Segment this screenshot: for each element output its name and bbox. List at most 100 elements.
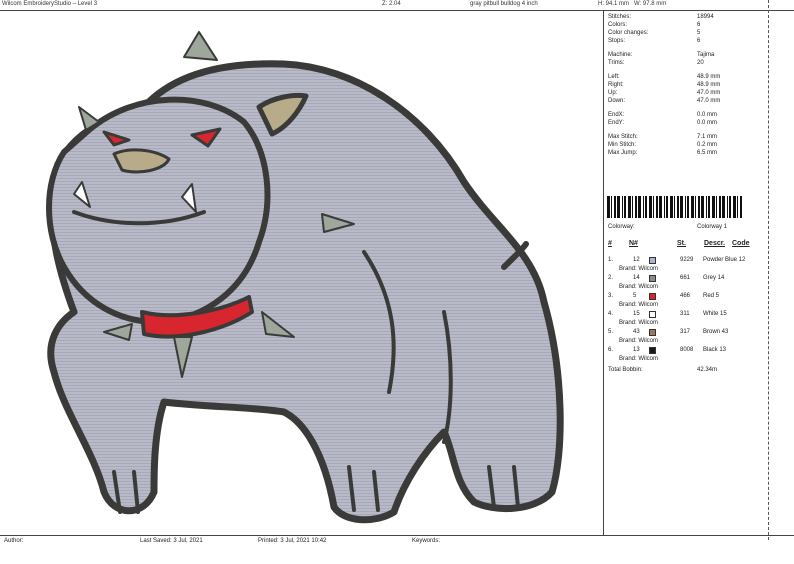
stat-value: 0.2 mm	[697, 142, 718, 148]
stat-row: Stitches: 18994	[607, 14, 767, 22]
barcode-bar	[635, 196, 637, 218]
stat-label: Right:	[608, 82, 624, 88]
header-divider	[0, 10, 794, 11]
barcode-bar	[716, 196, 717, 218]
barcode-bar	[664, 196, 665, 218]
stat-label: Up:	[608, 90, 618, 96]
color-stitches: 661	[680, 275, 691, 281]
stat-label: EndX:	[608, 112, 625, 118]
stat-row: Machine: Tajima	[607, 52, 767, 60]
stat-label: EndY:	[608, 120, 625, 126]
barcode-bar	[685, 196, 686, 218]
color-index: 6.	[608, 347, 614, 353]
color-brand: Brand: Wilcom	[619, 320, 659, 326]
barcode-bar	[706, 196, 707, 218]
total-bobbin-value: 42.34m	[697, 367, 718, 373]
barcode-bar	[719, 196, 721, 218]
color-index: 2.	[608, 275, 614, 281]
color-swatch	[649, 293, 656, 300]
barcode-bar	[628, 196, 631, 218]
barcode-bar	[649, 196, 652, 218]
stat-value: 47.0 mm	[697, 90, 721, 96]
barcode-bar	[643, 196, 644, 218]
stat-value: 48.9 mm	[697, 82, 721, 88]
color-stitches: 466	[680, 293, 691, 299]
app-title: Wilcom EmbroideryStudio – Level 3	[2, 1, 98, 7]
color-number: 15	[633, 311, 640, 317]
stat-value: 5	[697, 30, 701, 36]
color-stitches: 311	[680, 311, 690, 317]
color-row: 6. 13 8008 Black 13 Brand: Wilcom	[607, 347, 767, 367]
embroidery-design-preview	[46, 31, 564, 524]
total-bobbin-label: Total Bobbin:	[608, 367, 643, 373]
color-swatch	[649, 347, 656, 354]
stat-label: Down:	[608, 98, 626, 104]
color-brand: Brand: Wilcom	[619, 338, 659, 344]
stat-value: 7.1 mm	[697, 134, 718, 140]
stat-value: 6	[697, 38, 701, 44]
col-header-st: St.	[677, 240, 686, 247]
design-info-panel: Stitches: 18994 Colors: 6 Color changes: 5 Sto…	[607, 12, 767, 532]
stat-row: Left: 48.9 mm	[607, 74, 767, 82]
color-index: 1.	[608, 257, 614, 263]
stat-value: 47.0 mm	[697, 98, 721, 104]
stat-row: EndX: 0.0 mm	[607, 112, 767, 120]
color-description: Red 5	[703, 293, 720, 299]
barcode-bar	[729, 196, 731, 218]
bulldog-figure	[46, 31, 564, 524]
design-name: gray pitbull bulldog 4 inch	[470, 1, 538, 7]
colorway-label: Colorway:	[608, 224, 635, 230]
barcode-bar	[695, 196, 696, 218]
barcode-bar	[638, 196, 641, 218]
color-row: 3. 5 466 Red 5 Brand: Wilcom	[607, 293, 767, 313]
worksheet-page: Wilcom EmbroideryStudio – Level 3 Z: 2.0…	[0, 0, 794, 564]
color-description: Brown 43	[703, 329, 729, 335]
color-row: 5. 43 317 Brown 43 Brand: Wilcom	[607, 329, 767, 349]
color-description: Black 13	[703, 347, 727, 353]
stat-label: Trims:	[608, 60, 625, 66]
barcode-bar	[701, 196, 704, 218]
width-readout: W: 97.8 mm	[634, 1, 667, 7]
stat-row: Color changes: 5	[607, 30, 767, 38]
barcode-bar	[722, 196, 725, 218]
color-swatch	[649, 275, 656, 282]
color-number: 43	[633, 329, 640, 335]
col-header-num: #	[608, 240, 612, 247]
footer-keywords: Keywords:	[412, 538, 441, 544]
color-swatch	[649, 311, 656, 318]
color-description: Powder Blue 12	[703, 257, 746, 263]
barcode-bar	[727, 196, 728, 218]
footer-last-saved: Last Saved: 3 Jul, 2021	[140, 538, 203, 544]
zoom-readout: Z: 2.04	[382, 1, 401, 7]
color-swatch	[649, 329, 656, 336]
barcode-bar	[733, 196, 736, 218]
color-stitches: 317	[680, 329, 691, 335]
color-row: 4. 15 311 White 15 Brand: Wilcom	[607, 311, 767, 331]
color-row: 1. 12 9229 Powder Blue 12 Brand: Wilcom	[607, 257, 767, 277]
stat-row: Max Stitch: 7.1 mm	[607, 134, 767, 142]
height-readout: H: 94.1 mm	[598, 1, 630, 7]
stat-label: Min Stitch:	[608, 142, 637, 148]
stat-row: Up: 47.0 mm	[607, 90, 767, 98]
color-number: 12	[633, 257, 640, 263]
col-header-code: Code	[732, 240, 750, 247]
col-header-n: N#	[629, 240, 638, 247]
barcode-bar	[645, 196, 647, 218]
barcode-bar	[653, 196, 654, 218]
barcode-bar	[670, 196, 673, 218]
stat-row: Min Stitch: 0.2 mm	[607, 142, 767, 150]
stat-row: Trims: 20	[607, 60, 767, 68]
barcode-bar	[632, 196, 633, 218]
footer-printed: Printed: 3 Jul, 2021 10:42	[258, 538, 327, 544]
stat-label: Color changes:	[608, 30, 649, 36]
barcode-bar	[674, 196, 675, 218]
color-number: 14	[633, 275, 640, 281]
stat-row: Down: 47.0 mm	[607, 98, 767, 106]
barcode-bar	[740, 196, 742, 218]
barcode-bar	[677, 196, 679, 218]
stat-value: Tajima	[697, 52, 715, 58]
footer-author: Author:	[4, 538, 24, 544]
color-brand: Brand: Wilcom	[619, 302, 659, 308]
page-edge-guide	[768, 0, 769, 540]
stat-row: Right: 48.9 mm	[607, 82, 767, 90]
